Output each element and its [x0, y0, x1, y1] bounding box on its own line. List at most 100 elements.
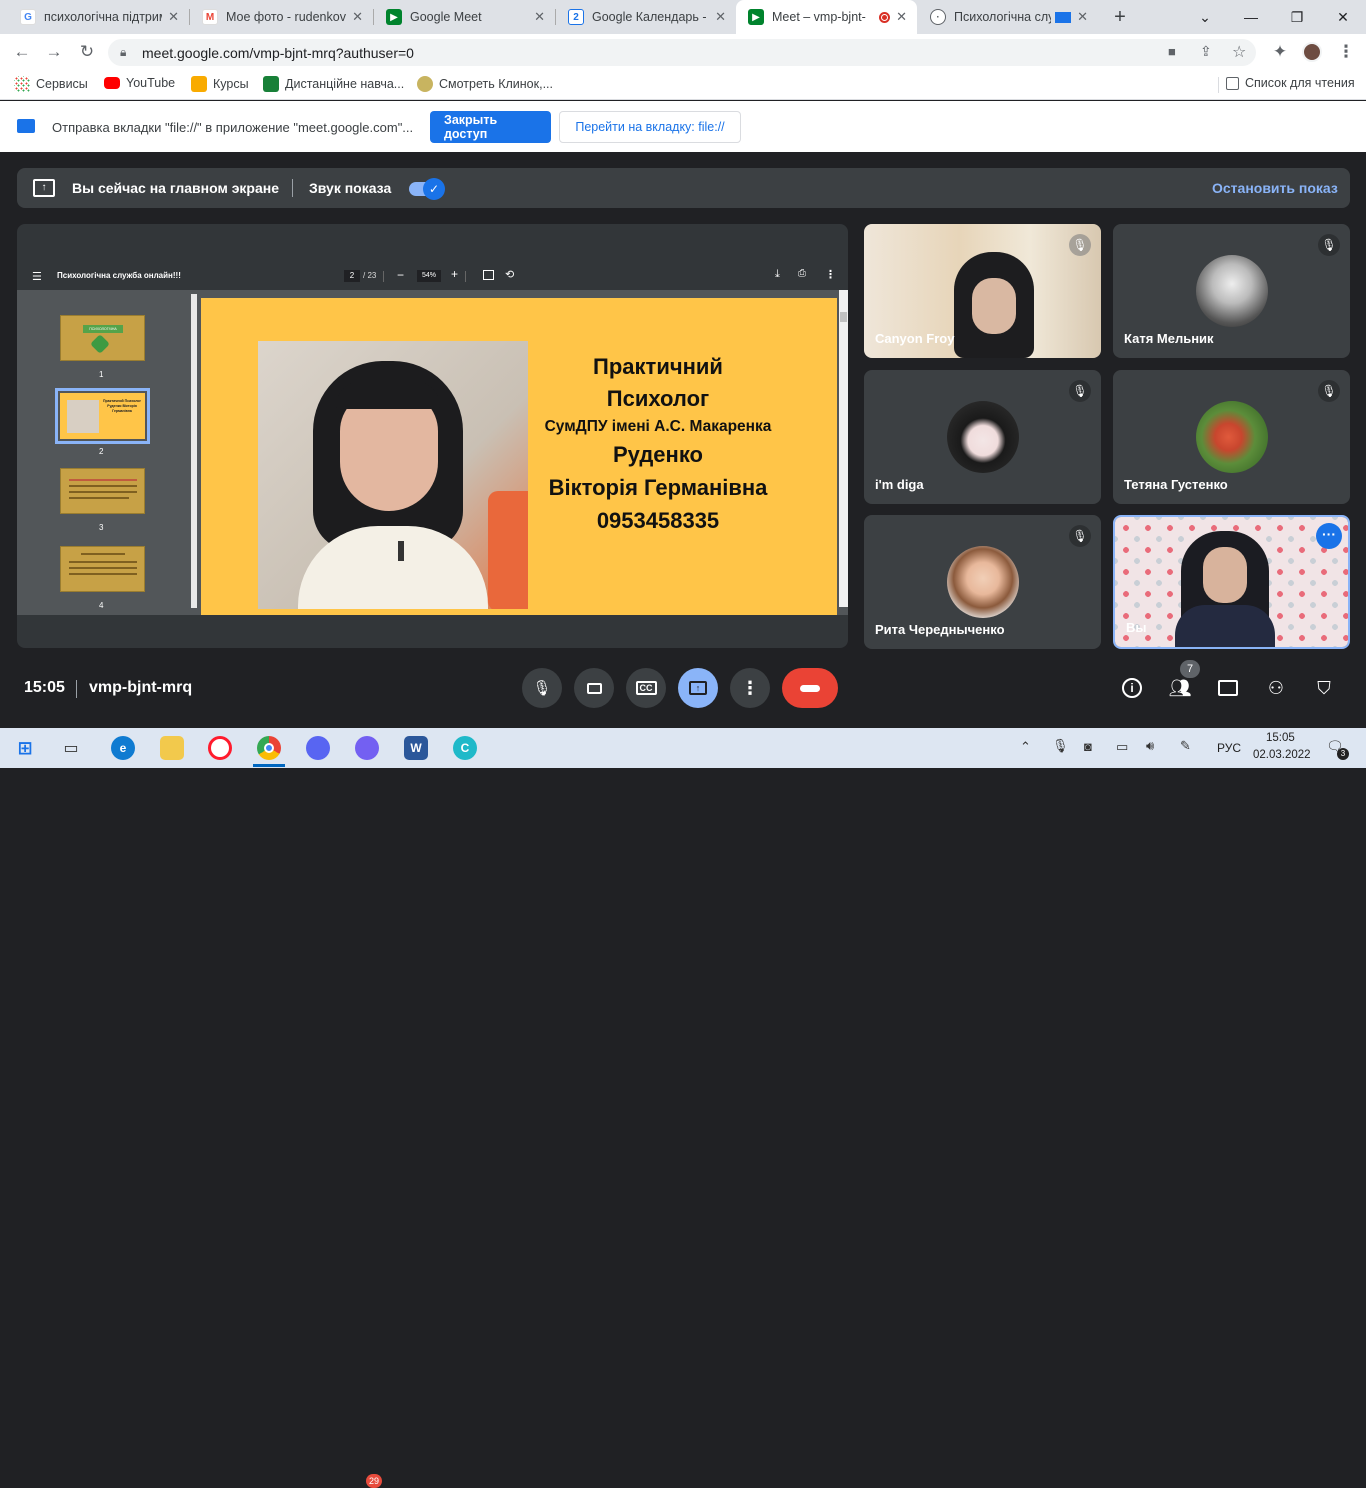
close-window-button[interactable]: ✕ — [1320, 0, 1366, 34]
participant-avatar — [1196, 401, 1268, 473]
thumbnail-page-1[interactable]: ПСИХОЛОГІЧНА ДОПОМОГА — [60, 315, 145, 361]
print-icon[interactable]: ⎙ — [798, 268, 806, 279]
participant-name: Катя Мельник — [1124, 331, 1214, 346]
participant-tile[interactable]: 🎙︎ Катя Мельник — [1113, 224, 1350, 358]
pen-icon[interactable]: ✎ — [1180, 738, 1191, 754]
bookmark-star-icon[interactable]: ☆ — [1232, 42, 1246, 62]
word-icon[interactable]: W — [404, 736, 428, 760]
restore-button[interactable]: ❐ — [1274, 0, 1320, 34]
profile-avatar[interactable] — [1302, 42, 1322, 62]
tray-overflow-icon[interactable]: ⌃ — [1020, 739, 1031, 755]
volume-icon[interactable]: 🔊︎ — [1146, 738, 1154, 754]
tab-google-meet[interactable]: ▶ Google Meet ✕ — [374, 0, 555, 34]
shield-icon: ⛉ — [1317, 677, 1331, 698]
browser-tab-strip: G психологічна підтрим ✕ M Мое фото - ru… — [0, 0, 1366, 34]
clock-date[interactable]: 02.03.2022 — [1253, 749, 1311, 761]
meeting-details-button[interactable]: i — [1118, 674, 1146, 702]
thumbnail-page-3[interactable] — [60, 468, 145, 514]
more-options-icon[interactable]: ··· — [1316, 523, 1342, 549]
chrome-icon[interactable] — [257, 736, 281, 760]
camera-button[interactable] — [574, 668, 614, 708]
menu-icon[interactable]: ☰ — [32, 270, 42, 283]
participant-tile[interactable]: 🎙︎ Рита Чередныченко — [864, 515, 1101, 649]
chat-button[interactable] — [1214, 674, 1242, 702]
language-indicator[interactable]: РУС — [1217, 741, 1241, 755]
close-icon[interactable]: ✕ — [534, 9, 545, 25]
bookmark-distance-learning[interactable]: Дистанційне навча... — [263, 76, 404, 92]
minimize-button[interactable]: — — [1228, 0, 1274, 34]
tab-psych-support[interactable]: G психологічна підтрим ✕ — [8, 0, 189, 34]
self-view-tile[interactable]: ··· Вы — [1113, 515, 1350, 649]
thumbnail-page-4[interactable] — [60, 546, 145, 592]
battery-icon[interactable]: ▭ — [1116, 739, 1128, 755]
close-icon[interactable]: ✕ — [715, 9, 726, 25]
fit-page-icon[interactable] — [483, 270, 494, 280]
goto-tab-button[interactable]: Перейти на вкладку: file:// — [559, 111, 741, 143]
participant-name: Тетяна Густенко — [1124, 477, 1228, 492]
tab-search-button[interactable]: ⌄ — [1182, 0, 1228, 34]
present-now-button[interactable]: ↑ — [678, 668, 718, 708]
tray-mic-icon[interactable]: 🎙︎ — [1052, 738, 1069, 754]
clock-time[interactable]: 15:05 — [1266, 732, 1295, 744]
task-view-icon[interactable]: ▭ — [59, 736, 83, 760]
download-icon[interactable]: ⤓ — [775, 268, 780, 281]
close-icon[interactable]: ✕ — [168, 9, 179, 25]
zoom-level[interactable]: 54% — [417, 270, 441, 282]
bookmark-youtube[interactable]: YouTube — [104, 76, 175, 90]
tab-google-calendar[interactable]: 2 Google Календарь - с ✕ — [556, 0, 736, 34]
stop-presenting-button[interactable]: Остановить показ — [1212, 180, 1338, 196]
close-icon[interactable]: ✕ — [896, 9, 907, 25]
reading-list[interactable]: Список для чтения — [1226, 76, 1355, 90]
activities-button[interactable]: ⚇ — [1262, 674, 1290, 702]
zoom-out-icon[interactable]: − — [397, 268, 404, 282]
discord-icon[interactable] — [306, 736, 330, 760]
participant-tile[interactable]: 🎙︎ Тетяна Густенко — [1113, 370, 1350, 504]
back-button[interactable]: ← — [10, 41, 34, 63]
tab-meet-active[interactable]: ▶ Meet – vmp-bjnt- ✕ — [736, 0, 917, 34]
more-options-button[interactable]: ⋮ — [730, 668, 770, 708]
address-bar[interactable]: 🔒︎ meet.google.com/vmp-bjnt-mrq?authuser… — [108, 39, 1256, 66]
captions-button[interactable]: CC — [626, 668, 666, 708]
reload-button[interactable]: ↻ — [75, 41, 99, 63]
tab-gmail[interactable]: M Мое фото - rudenkov ✕ — [190, 0, 373, 34]
lock-icon[interactable]: 🔒︎ — [120, 45, 126, 60]
host-controls-button[interactable]: ⛉ — [1310, 674, 1338, 702]
more-icon[interactable]: ⋮ — [825, 268, 836, 281]
participant-tile[interactable]: 🎙︎ Canyon Froy — [864, 224, 1101, 358]
browser-menu-icon[interactable]: ⋮ — [1334, 41, 1358, 63]
viber-icon[interactable] — [355, 736, 379, 760]
file-explorer-icon[interactable] — [160, 736, 184, 760]
meeting-code: vmp-bjnt-mrq — [89, 679, 193, 696]
url-text[interactable]: meet.google.com/vmp-bjnt-mrq?authuser=0 — [142, 45, 414, 61]
people-icon: 👥︎ — [1168, 677, 1192, 698]
leave-call-button[interactable] — [782, 668, 838, 708]
zoom-in-icon[interactable]: + — [451, 267, 458, 281]
windows-start-icon[interactable]: ⊞ — [13, 736, 37, 760]
thumbnail-page-2[interactable]: Практичний Психолог Руденко Вікторія Гер… — [60, 393, 145, 439]
close-icon[interactable]: ✕ — [352, 9, 363, 25]
canva-icon[interactable]: C — [453, 736, 477, 760]
new-tab-button[interactable]: + — [1108, 5, 1132, 29]
microphone-button[interactable]: 🎙︎ — [522, 668, 562, 708]
right-scrollbar[interactable] — [839, 290, 848, 607]
rotate-icon[interactable]: ⟲ — [505, 268, 514, 281]
extensions-icon[interactable]: ✦ — [1268, 41, 1292, 63]
edge-icon[interactable]: e — [111, 736, 135, 760]
tab-psych-service-file[interactable]: · Психологічна слу ✕ — [918, 0, 1098, 34]
stop-sharing-button[interactable]: Закрыть доступ — [430, 111, 551, 143]
participant-tile[interactable]: 🎙︎ i'm diga — [864, 370, 1101, 504]
forward-button[interactable]: → — [42, 41, 66, 63]
page-input[interactable]: 2 — [344, 270, 360, 282]
tray-camera-icon[interactable]: ◙ — [1084, 739, 1092, 754]
opera-icon[interactable] — [208, 736, 232, 760]
share-icon[interactable]: ⇪ — [1200, 43, 1212, 60]
bookmark-watch[interactable]: Смотреть Клинок,... — [417, 76, 553, 92]
bookmark-services[interactable]: Сервисы — [14, 76, 88, 92]
bookmark-courses[interactable]: Курсы — [191, 76, 249, 92]
left-scrollbar[interactable] — [191, 294, 197, 608]
camera-in-use-icon[interactable]: ■ — [1168, 44, 1176, 59]
slide-surname: Руденко — [612, 442, 703, 467]
close-icon[interactable]: ✕ — [1077, 9, 1088, 25]
sound-toggle[interactable]: ✓ — [409, 178, 445, 200]
people-button[interactable]: 👥︎ — [1166, 674, 1194, 702]
